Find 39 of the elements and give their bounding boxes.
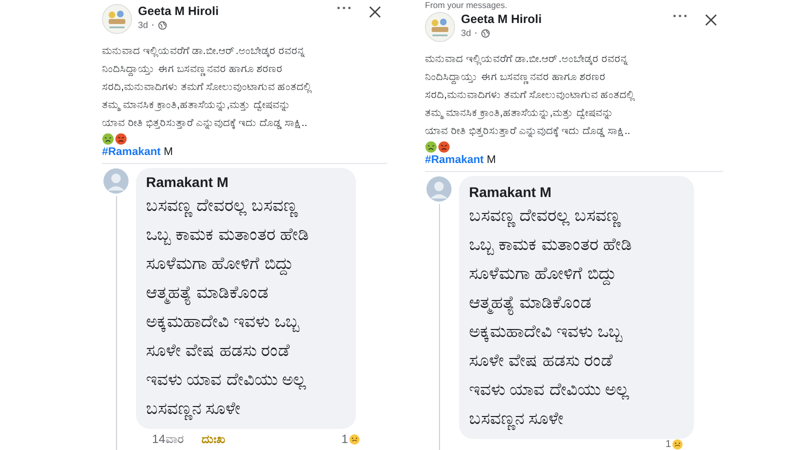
- author-name[interactable]: Geeta M Hiroli: [138, 4, 325, 19]
- comment-time[interactable]: 14ವಾರ: [152, 432, 184, 446]
- avatar-icon: [426, 176, 452, 202]
- more-icon: [673, 14, 687, 18]
- post-time[interactable]: 3d: [138, 20, 148, 30]
- globe-icon: [158, 20, 167, 30]
- comment-text: ಬಸವಣ್ಣ ದೇವರಲ್ಲ ಬಸವಣ್ಣ ಒಬ್ಬ ಕಾಮಕ ಮತಾಂತರ ಹೇಡಿ ಸೂಳೆಮಗಾ ಹೋಳಿಗೆ ಬಿದ್ದು ಆತ್ಮಹತ್ಯೆ ಮಾಡಿಕೊಂಡ ಅಕ್ಕಮಹಾದೇವಿ ಇವಳು ಒಬ್ಬ ಸೂಳೇ ವೇಷ ಹಡಸು ರಂಡೆ ಇವಳು ಯಾವ ದೇವಿಯು ಅಲ್ಲ ಬಸವಣ್ಣನ ಸೂಳೇ: [469, 205, 634, 432]
- logo-avatar-icon: [102, 4, 132, 34]
- close-button[interactable]: [367, 4, 383, 20]
- comment-text: ಬಸವಣ್ಣ ದೇವರಲ್ಲ ಬಸವಣ್ಣ ಒಬ್ಬ ಕಾಮಕ ಮತಾಂತರ ಹೇಡಿ ಸೂಳೆಮಗಾ ಹೋಳಿಗೆ ಬಿದ್ದು ಆತ್ಮಹತ್ಯೆ ಮಾಡಿಕೊಂಡ ಅಕ್ಕಮಹಾದೇವಿ ಇವಳು ಒಬ್ಬ ಸೂಳೇ ವೇಷ ಹಡಸು ರಂಡೆ ಇವಳು ಯಾವ ದೇವಿಯು ಅಲ್ಲ ಬಸವಣ್ಣನ ಸೂಳೇ: [146, 195, 310, 422]
- hashtag-link[interactable]: #Ramakant: [425, 153, 484, 167]
- post-time[interactable]: 3d: [461, 28, 472, 38]
- close-icon: [369, 6, 381, 18]
- more-button[interactable]: [671, 12, 689, 20]
- commenter-name[interactable]: Ramakant M: [469, 184, 684, 201]
- reaction-count: 1: [665, 439, 671, 450]
- post-text: ಮನುವಾದ ಇಲ್ಲಿಯವರೆಗೆ ಡಾ.ಬೀ.ಆರ್.ಅಂಬೇಡ್ಕರ ರವರನ್ನ ನಿಂದಿಸಿದ್ದಾಯ್ತು ಈಗ ಬಸವಣ್ಣನವರ ಹಾಗೂ ಶರಣರ ಸರದಿ,ಮನುವಾದಿಗಳು ತಮಗೆ ಸೋಲುವುಂಟಾಗುವ ಹಂತದಲ್ಲಿ ತಮ್ಮ ಮಾನಸಿಕ ಕ್ರಾಂತಿ,ಹತಾಸೆಯನ್ನು,ಮತ್ತು ದ್ವೇಷವನ್ನು ಯಾವ ರೀತಿ ಭಿತ್ತರಿಸುತ್ತಾರೆ ಎನ್ನುವುದಕ್ಕೆ ಇದು ದೊಡ್ಡ ಸಾಕ್ಷಿ..: [102, 44, 313, 131]
- globe-icon: [480, 28, 490, 38]
- angry-face-icon: [438, 141, 450, 153]
- post-text: ಮನುವಾದ ಇಲ್ಲಿಯವರೆಗೆ ಡಾ.ಬೀ.ಆರ್.ಅಂಬೇಡ್ಕರ ರವರನ್ನ ನಿಂದಿಸಿದ್ದಾಯ್ತು ಈಗ ಬಸವಣ್ಣನವರ ಹಾಗೂ ಶರಣರ ಸರದಿ,ಮನುವಾದಿಗಳು ತಮಗೆ ಸೋಲುವುಂಟಾಗುವ ಹಂತದಲ್ಲಿ ತಮ್ಮ ಮಾನಸಿಕ ಕ್ರಾಂತಿ,ಹತಾಸೆಯನ್ನು,ಮತ್ತು ದ್ವೇಷವನ್ನು ಯಾವ ರೀತಿ ಭಿತ್ತರಿಸುತ್ತಾರೆ ಎನ್ನುವುದಕ್ಕೆ ಇದು ದೊಡ್ಡ ಸಾಕ್ಷಿ..: [425, 52, 636, 139]
- tag-text: M: [486, 153, 496, 167]
- more-icon: [337, 6, 351, 10]
- separator-dot: ·: [150, 19, 156, 31]
- reaction-link[interactable]: ದುಃಖ: [201, 432, 226, 446]
- more-button[interactable]: [335, 4, 353, 12]
- reaction-count: 1: [341, 432, 348, 446]
- angry-face-icon: [115, 133, 127, 145]
- separator-dot: ·: [473, 27, 479, 39]
- hashtag-link[interactable]: #Ramakant: [102, 145, 161, 159]
- avatar-icon: [103, 168, 129, 194]
- sick-face-icon: [425, 141, 437, 153]
- tag-text: M: [164, 145, 173, 159]
- sick-face-icon: [102, 133, 114, 145]
- author-name[interactable]: Geeta M Hiroli: [461, 12, 661, 27]
- source-note: From your messages.: [425, 0, 508, 12]
- logo-avatar-icon: [425, 12, 455, 42]
- close-icon: [705, 14, 717, 26]
- commenter-name[interactable]: Ramakant M: [146, 174, 346, 191]
- close-button[interactable]: [703, 12, 719, 28]
